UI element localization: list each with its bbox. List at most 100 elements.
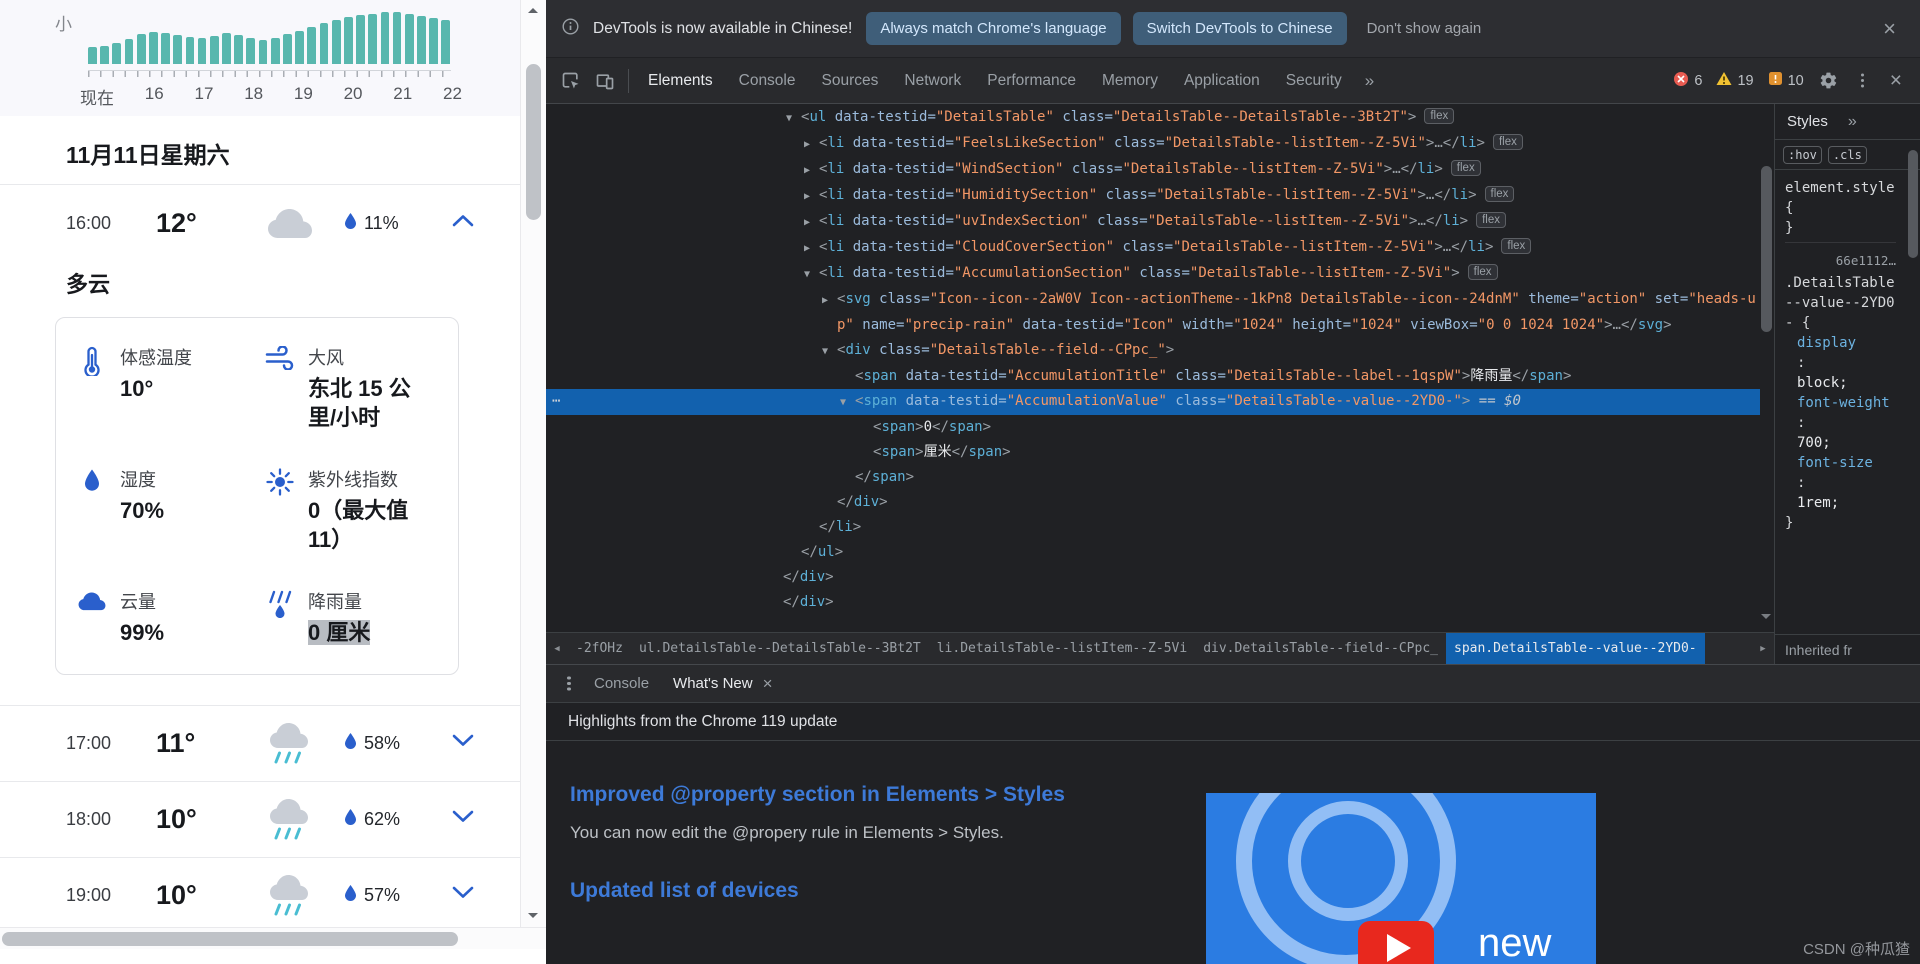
collapsed-arrow-icon[interactable]: ▶ (804, 132, 819, 157)
breadcrumbs-back-icon[interactable]: ◀ (546, 633, 568, 664)
always-match-language-button[interactable]: Always match Chrome's language (866, 12, 1121, 45)
scroll-up-arrow-icon[interactable] (521, 0, 546, 24)
drawer-tab-console[interactable]: Console (582, 665, 661, 702)
drawer-menu-icon[interactable] (556, 681, 582, 686)
devtools-close-icon[interactable]: × (1880, 70, 1912, 91)
infobar-close-icon[interactable]: × (1875, 17, 1904, 40)
breadcrumb-item[interactable]: -2fOHz (568, 633, 631, 664)
chevron-down-icon[interactable] (452, 806, 474, 832)
tree-scroll-thumb[interactable] (1761, 166, 1772, 332)
expanded-arrow-icon[interactable]: ▼ (840, 390, 855, 415)
dom-tree-node[interactable]: <span data-testid="AccumulationTitle" cl… (546, 364, 1760, 389)
flex-badge[interactable]: flex (1501, 238, 1532, 254)
tab-close-icon[interactable]: × (763, 674, 773, 694)
overflow-dots-icon[interactable]: ⋯ (552, 389, 560, 414)
flex-badge[interactable]: flex (1450, 160, 1481, 176)
sidebar-more-tabs-icon[interactable]: » (1848, 113, 1857, 131)
expanded-arrow-icon[interactable]: ▼ (804, 262, 819, 287)
dom-tree-node[interactable]: ▶ <li data-testid="CloudCoverSection" cla… (546, 235, 1760, 261)
css-declaration[interactable]: font-weight:700; (1785, 393, 1896, 453)
tab-security[interactable]: Security (1273, 58, 1355, 103)
page-horizontal-scrollbar[interactable] (0, 927, 546, 949)
dom-tree-node[interactable]: </div> (546, 490, 1760, 515)
hour-row[interactable]: 16:00 12° 11% (0, 185, 520, 261)
hour-precip: 58% (344, 732, 430, 754)
tab-elements[interactable]: Elements (635, 58, 726, 103)
chevron-down-icon[interactable] (452, 882, 474, 908)
expanded-arrow-icon[interactable]: ▼ (822, 339, 837, 364)
drawer-tab-whats-new[interactable]: What's New × (661, 665, 785, 702)
issues-badge[interactable]: 10 (1768, 71, 1804, 90)
hour-row[interactable]: 19:00 10° 57% (0, 856, 520, 927)
horizontal-scroll-thumb[interactable] (2, 932, 458, 946)
collapsed-arrow-icon[interactable]: ▶ (804, 210, 819, 235)
flex-badge[interactable]: flex (1492, 134, 1523, 150)
toggle-hov[interactable]: :hov (1783, 145, 1822, 164)
device-toolbar-icon[interactable] (588, 64, 622, 98)
page-vertical-scrollbar[interactable] (520, 0, 546, 927)
breadcrumbs-forward-icon[interactable]: ▶ (1752, 633, 1774, 664)
hour-row[interactable]: 17:00 11° 58% (0, 704, 520, 781)
dom-tree-node[interactable]: </span> (546, 465, 1760, 490)
styles-scroll-thumb[interactable] (1908, 150, 1918, 258)
devtools-menu-icon[interactable] (1846, 64, 1880, 98)
dom-tree-node[interactable]: ▼ <div class="DetailsTable--field--CPpc_"… (546, 338, 1760, 364)
flex-badge[interactable]: flex (1467, 264, 1498, 280)
stylesheet-source-link[interactable]: 66e1112… (1785, 251, 1896, 271)
dom-tree-node[interactable]: <span>厘米</span> (546, 440, 1760, 465)
breadcrumb-item[interactable]: ul.DetailsTable--DetailsTable--3Bt2T (631, 633, 929, 664)
whats-new-thumbnail[interactable]: new (1206, 793, 1596, 964)
css-selector[interactable]: element.style { (1785, 178, 1896, 218)
tab-performance[interactable]: Performance (974, 58, 1089, 103)
flex-badge[interactable]: flex (1424, 108, 1455, 124)
dom-tree-node[interactable]: ⋯ ▼ <span data-testid="AccumulationValue" … (546, 389, 1760, 415)
tab-sources[interactable]: Sources (809, 58, 892, 103)
youtube-play-icon[interactable] (1358, 921, 1434, 964)
flex-badge[interactable]: flex (1476, 212, 1506, 228)
tab-styles[interactable]: Styles (1787, 113, 1828, 130)
warnings-badge[interactable]: 19 (1716, 71, 1754, 90)
dom-tree-node[interactable]: </ul> (546, 540, 1760, 565)
vertical-scroll-thumb[interactable] (526, 64, 541, 220)
dont-show-again-button[interactable]: Don't show again (1359, 12, 1490, 45)
dom-tree-node[interactable]: ▶ <svg class="Icon--icon--2aW0V Icon--act… (546, 287, 1760, 338)
dom-tree-node[interactable]: </div> (546, 565, 1760, 590)
tab-network[interactable]: Network (891, 58, 974, 103)
dom-tree-node[interactable]: </li> (546, 515, 1760, 540)
switch-to-chinese-button[interactable]: Switch DevTools to Chinese (1132, 12, 1347, 45)
breadcrumb-item[interactable]: span.DetailsTable--value--2YD0- (1446, 633, 1705, 664)
inspect-icon[interactable] (554, 64, 588, 98)
chevron-down-icon[interactable] (452, 730, 474, 756)
dom-tree-node[interactable]: ▶ <li data-testid="uvIndexSection" class=… (546, 209, 1760, 235)
errors-badge[interactable]: 6 (1673, 71, 1702, 91)
more-tabs-icon[interactable]: » (1355, 71, 1384, 91)
dom-tree-node[interactable]: ▼ <li data-testid="AccumulationSection" c… (546, 261, 1760, 287)
expanded-arrow-icon[interactable]: ▼ (786, 106, 801, 131)
css-declaration[interactable]: display: block; (1785, 333, 1896, 393)
dom-tree-node[interactable]: ▼ <ul data-testid="DetailsTable" class="D… (546, 105, 1760, 131)
dom-tree-node[interactable]: ▶ <li data-testid="WindSection" class="De… (546, 157, 1760, 183)
status-badges: 6 19 10 (1673, 71, 1811, 91)
dom-tree-node[interactable]: ▶ <li data-testid="HumiditySection" class… (546, 183, 1760, 209)
hour-row[interactable]: 18:00 10° 62% (0, 780, 520, 857)
breadcrumb-item[interactable]: div.DetailsTable--field--CPpc_ (1195, 633, 1446, 664)
scroll-down-arrow-icon[interactable] (521, 903, 546, 927)
tab-memory[interactable]: Memory (1089, 58, 1171, 103)
collapsed-arrow-icon[interactable]: ▶ (804, 236, 819, 261)
breadcrumb-item[interactable]: li.DetailsTable--listItem--Z-5Vi (929, 633, 1195, 664)
dom-tree-node[interactable]: ▶ <li data-testid="FeelsLikeSection" clas… (546, 131, 1760, 157)
toggle-cls[interactable]: .cls (1827, 145, 1867, 164)
tab-application[interactable]: Application (1171, 58, 1273, 103)
collapsed-arrow-icon[interactable]: ▶ (804, 158, 819, 183)
css-selector[interactable]: .DetailsTable--value--2YD0- { (1785, 273, 1896, 333)
chevron-up-icon[interactable] (452, 210, 474, 236)
dom-tree-node[interactable]: <span>0</span> (546, 415, 1760, 440)
collapsed-arrow-icon[interactable]: ▶ (804, 184, 819, 209)
settings-gear-icon[interactable] (1812, 64, 1846, 98)
dom-tree-node[interactable]: </div> (546, 590, 1760, 615)
css-declaration[interactable]: font-size:1rem; (1785, 453, 1896, 513)
collapsed-arrow-icon[interactable]: ▶ (822, 288, 837, 313)
flex-badge[interactable]: flex (1484, 186, 1515, 202)
tab-console[interactable]: Console (726, 58, 809, 103)
tree-scroll-down-icon[interactable] (1761, 614, 1771, 624)
